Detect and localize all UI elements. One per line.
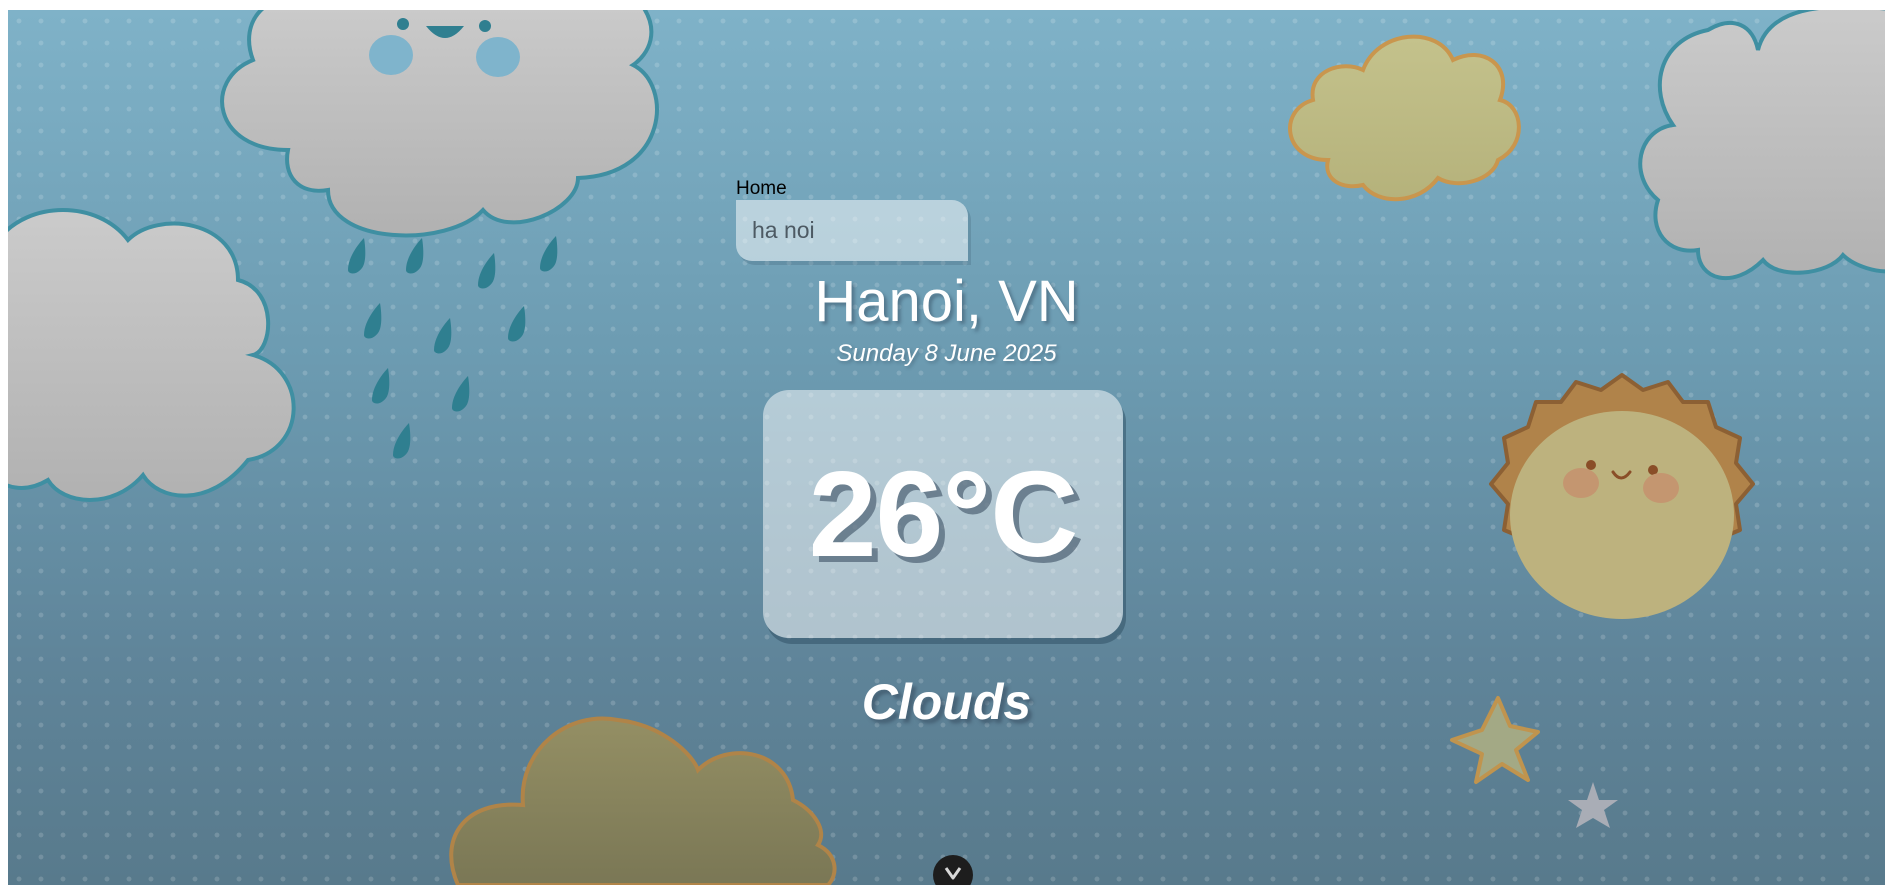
home-link[interactable]: Home [736, 178, 787, 200]
cloud-icon-right [1638, 10, 1885, 280]
window-left-border [0, 0, 8, 885]
star-icon-small [1568, 782, 1618, 828]
location-title: Hanoi, VN [814, 269, 1079, 334]
weather-app-background: Home Hanoi, VN Sunday 8 June 2025 26°C C… [8, 10, 1885, 885]
weather-condition: Clouds [861, 674, 1032, 730]
chevron-down-icon [944, 867, 962, 880]
city-search-input[interactable] [736, 200, 968, 261]
cloud-icon-bottom [449, 716, 837, 885]
temperature-value: 26°C [808, 446, 1079, 582]
window-top-border [0, 0, 1885, 10]
current-date: Sunday 8 June 2025 [836, 340, 1057, 367]
cloud-icon-yellow [1288, 34, 1521, 202]
sun-icon [1489, 373, 1755, 619]
temperature-card: 26°C [763, 390, 1123, 638]
